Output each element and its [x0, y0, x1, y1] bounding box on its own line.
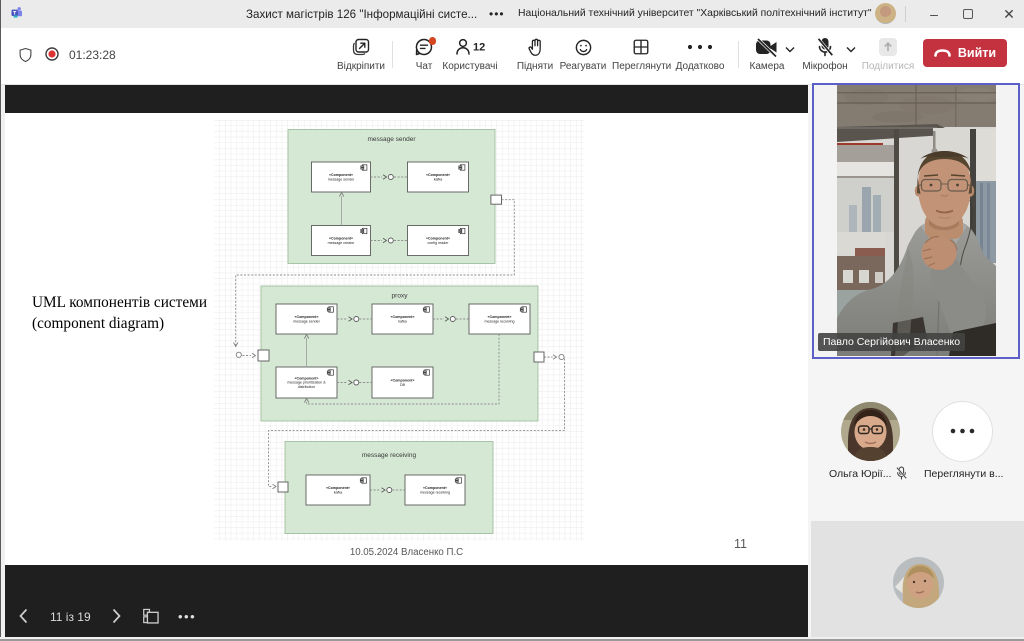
svg-text:kafka: kafka [434, 177, 443, 181]
svg-text:message sender: message sender [293, 319, 320, 323]
svg-text:kafka: kafka [398, 319, 407, 323]
svg-text:12: 12 [473, 42, 485, 54]
svg-text:distribution: distribution [298, 385, 315, 389]
svg-text:message receiving: message receiving [420, 490, 450, 494]
svg-text:message sender: message sender [367, 136, 416, 143]
svg-text:message creator: message creator [328, 241, 356, 245]
svg-text:message sender: message sender [328, 177, 355, 181]
svg-text:DB: DB [400, 383, 406, 387]
svg-text:message receiving: message receiving [485, 319, 515, 323]
svg-text:message receiving: message receiving [362, 452, 417, 459]
svg-text:kafka: kafka [334, 490, 343, 494]
svg-text:config reader: config reader [428, 241, 450, 245]
svg-text:proxy: proxy [392, 293, 409, 300]
